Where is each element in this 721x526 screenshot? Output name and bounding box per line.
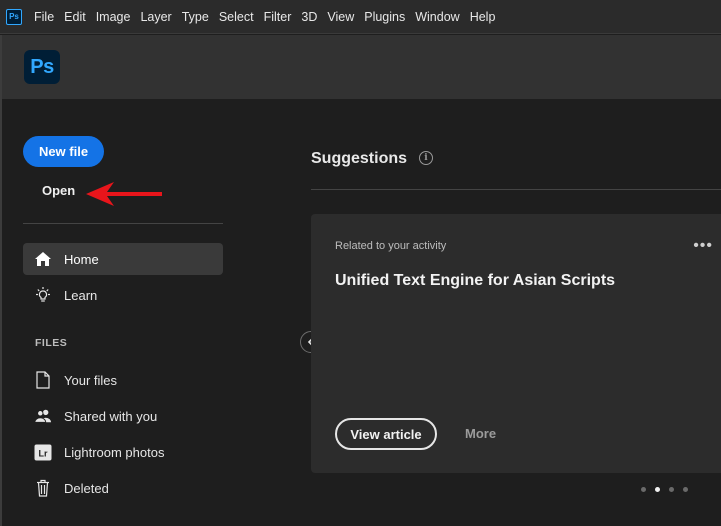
- carousel-pagination: [641, 487, 697, 492]
- sidebar-item-shared-with-you[interactable]: Shared with you: [23, 400, 223, 432]
- sidebar-item-home-label: Home: [64, 251, 99, 267]
- sidebar-item-shared-label: Shared with you: [64, 408, 158, 424]
- menu-select[interactable]: Select: [219, 10, 254, 24]
- more-options-icon[interactable]: •••: [693, 238, 713, 254]
- red-annotation-arrow: [86, 182, 162, 206]
- view-article-button[interactable]: View article: [335, 418, 437, 450]
- lightroom-icon: Lr: [34, 443, 52, 461]
- open-button[interactable]: Open: [42, 183, 75, 198]
- sidebar-item-your-files-label: Your files: [64, 372, 117, 388]
- photoshop-logo: Ps: [24, 50, 60, 84]
- new-file-button[interactable]: New file: [23, 136, 104, 167]
- card-context-label: Related to your activity: [335, 240, 447, 252]
- trash-icon: [34, 479, 52, 497]
- sidebar-item-lightroom-photos[interactable]: Lr Lightroom photos: [23, 436, 223, 468]
- sidebar-item-home[interactable]: Home: [23, 243, 223, 275]
- lightbulb-icon: [34, 286, 52, 304]
- sidebar-item-deleted-label: Deleted: [64, 480, 109, 496]
- files-section-heading: FILES: [35, 337, 68, 349]
- suggestion-card: Related to your activity ••• Unified Tex…: [311, 214, 721, 473]
- window-left-edge: [0, 35, 2, 526]
- info-icon[interactable]: i: [419, 151, 433, 165]
- menu-image[interactable]: Image: [96, 10, 131, 24]
- carousel-dot-active[interactable]: [655, 487, 660, 492]
- card-title: Unified Text Engine for Asian Scripts: [335, 272, 616, 289]
- carousel-dot[interactable]: [641, 487, 646, 492]
- more-link[interactable]: More: [465, 426, 496, 441]
- sidebar-item-your-files[interactable]: Your files: [23, 364, 223, 396]
- sidebar-item-deleted[interactable]: Deleted: [23, 472, 223, 504]
- menu-window[interactable]: Window: [415, 10, 459, 24]
- sidebar-item-lightroom-label: Lightroom photos: [64, 444, 165, 460]
- carousel-dot[interactable]: [669, 487, 674, 492]
- menu-bar: Ps File Edit Image Layer Type Select Fil…: [0, 0, 721, 34]
- home-icon: [34, 250, 52, 268]
- document-icon: [34, 371, 52, 389]
- menu-plugins[interactable]: Plugins: [364, 10, 405, 24]
- app-header: Ps: [2, 35, 721, 99]
- sidebar-item-learn-label: Learn: [64, 287, 98, 303]
- photoshop-app-icon[interactable]: Ps: [6, 8, 22, 25]
- sidebar-item-learn[interactable]: Learn: [23, 279, 223, 311]
- menu-file[interactable]: File: [34, 10, 54, 24]
- sidebar-divider: [23, 223, 223, 224]
- people-icon: [34, 407, 52, 425]
- suggestions-divider: [311, 189, 721, 190]
- menu-edit[interactable]: Edit: [64, 10, 86, 24]
- menu-view[interactable]: View: [327, 10, 354, 24]
- carousel-dot[interactable]: [683, 487, 688, 492]
- menu-help[interactable]: Help: [470, 10, 496, 24]
- suggestions-heading: Suggestions: [311, 150, 408, 167]
- menu-filter[interactable]: Filter: [264, 10, 292, 24]
- menu-layer[interactable]: Layer: [140, 10, 171, 24]
- menu-3d[interactable]: 3D: [301, 10, 317, 24]
- svg-text:Lr: Lr: [39, 448, 48, 458]
- menu-type[interactable]: Type: [182, 10, 209, 24]
